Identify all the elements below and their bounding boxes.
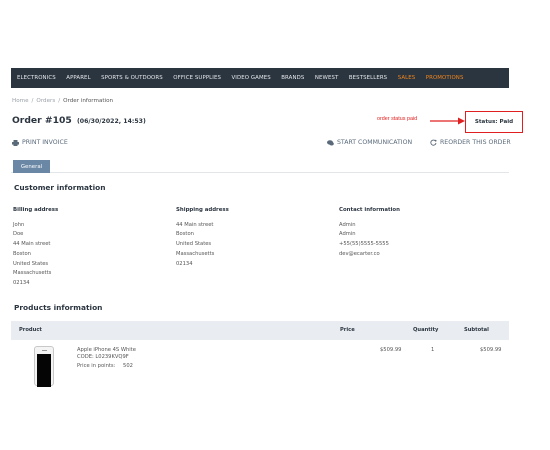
- reorder-label: REORDER THIS ORDER: [440, 139, 511, 146]
- nav-item-sales[interactable]: SALES: [398, 75, 416, 81]
- phone-speaker-icon: [42, 350, 47, 351]
- breadcrumb-current: Order information: [63, 98, 114, 104]
- points-value: 502: [123, 363, 133, 369]
- contact-line: Admin: [339, 221, 356, 228]
- breadcrumb-separator: /: [58, 98, 61, 104]
- products-table: Product Price Quantity Subtotal Apple iP…: [11, 321, 509, 387]
- products-info-title: Products information: [14, 303, 103, 312]
- billing-line: Boston: [13, 250, 31, 257]
- tab-divider: [11, 172, 509, 173]
- nav-item-brands[interactable]: BRANDS: [281, 75, 304, 81]
- reorder-button[interactable]: REORDER THIS ORDER: [430, 139, 511, 146]
- top-navigation: ELECTRONICS APPAREL SPORTS & OUTDOORS OF…: [11, 68, 509, 88]
- billing-line: Massachusetts: [13, 270, 52, 277]
- nav-item-newest[interactable]: NEWEST: [315, 75, 339, 81]
- column-header-price: Price: [340, 327, 355, 333]
- nav-item-video-games[interactable]: VIDEO GAMES: [232, 75, 271, 81]
- shipping-line: Boston: [176, 231, 194, 238]
- nav-item-office-supplies[interactable]: OFFICE SUPPLIES: [173, 75, 221, 81]
- nav-item-promotions[interactable]: PROMOTIONS: [426, 75, 464, 81]
- billing-line: John: [13, 221, 25, 228]
- order-date: (06/30/2022, 14:53): [76, 118, 146, 125]
- billing-line: 44 Main street: [13, 241, 51, 248]
- product-name[interactable]: Apple iPhone 4S White: [77, 347, 136, 353]
- product-image[interactable]: [34, 346, 54, 387]
- contact-line: dev@ecarter.co: [339, 250, 380, 257]
- nav-item-apparel[interactable]: APPAREL: [66, 75, 90, 81]
- order-number: Order #105: [12, 115, 72, 126]
- printer-icon: [12, 139, 19, 146]
- shipping-line: 44 Main street: [176, 221, 214, 228]
- phone-screen: [37, 354, 51, 387]
- contact-line: +55(55)5555-5555: [339, 241, 389, 248]
- product-subtotal: $509.99: [480, 347, 502, 353]
- breadcrumb-home[interactable]: Home: [12, 98, 29, 104]
- chat-icon: [327, 139, 334, 145]
- billing-line: United States: [13, 260, 49, 267]
- start-communication-label: START COMMUNICATION: [337, 139, 413, 146]
- product-quantity: 1: [431, 347, 435, 353]
- contact-information: Contact information Admin Admin +55(55)5…: [339, 206, 400, 260]
- refresh-icon: [430, 139, 437, 146]
- tab-general[interactable]: General: [13, 160, 50, 173]
- billing-line: 02134: [13, 279, 30, 286]
- billing-address-heading: Billing address: [13, 207, 59, 213]
- print-invoice-button[interactable]: PRINT INVOICE: [12, 139, 68, 146]
- breadcrumb-orders[interactable]: Orders: [36, 98, 55, 104]
- status-label: Status: Paid: [474, 119, 514, 125]
- nav-item-sports-outdoors[interactable]: SPORTS & OUTDOORS: [101, 75, 163, 81]
- billing-line: Doe: [13, 231, 24, 238]
- start-communication-button[interactable]: START COMMUNICATION: [327, 139, 412, 146]
- column-header-product: Product: [19, 327, 42, 333]
- annotation-arrow-icon: [430, 117, 465, 125]
- breadcrumb: Home / Orders / Order information: [12, 98, 113, 104]
- contact-line: Admin: [339, 231, 356, 238]
- customer-info-title: Customer information: [14, 183, 106, 192]
- page-title: Order #105 (06/30/2022, 14:53): [12, 115, 146, 126]
- status-badge: Status: Paid: [465, 111, 523, 133]
- points-label: Price in points:: [77, 363, 116, 369]
- product-price: $509.99: [380, 347, 402, 353]
- shipping-address-heading: Shipping address: [176, 207, 229, 213]
- breadcrumb-separator: /: [31, 98, 34, 104]
- column-header-quantity: Quantity: [413, 327, 439, 333]
- nav-item-electronics[interactable]: ELECTRONICS: [17, 75, 56, 81]
- print-invoice-label: PRINT INVOICE: [22, 139, 68, 146]
- product-points: Price in points: 502: [77, 363, 133, 369]
- product-code: CODE: L0239KVQ9F: [77, 354, 129, 360]
- annotation-label: order status paid: [377, 116, 418, 122]
- shipping-line: Massachusetts: [176, 250, 215, 257]
- table-row: Apple iPhone 4S White CODE: L0239KVQ9F P…: [11, 340, 509, 387]
- column-header-subtotal: Subtotal: [464, 327, 489, 333]
- shipping-address: Shipping address 44 Main street Boston U…: [176, 206, 229, 269]
- contact-information-heading: Contact information: [339, 207, 400, 213]
- products-table-header: Product Price Quantity Subtotal: [11, 321, 509, 340]
- shipping-line: United States: [176, 241, 212, 248]
- nav-item-bestsellers[interactable]: BESTSELLERS: [349, 75, 387, 81]
- shipping-line: 02134: [176, 260, 193, 267]
- billing-address: Billing address John Doe 44 Main street …: [13, 206, 58, 289]
